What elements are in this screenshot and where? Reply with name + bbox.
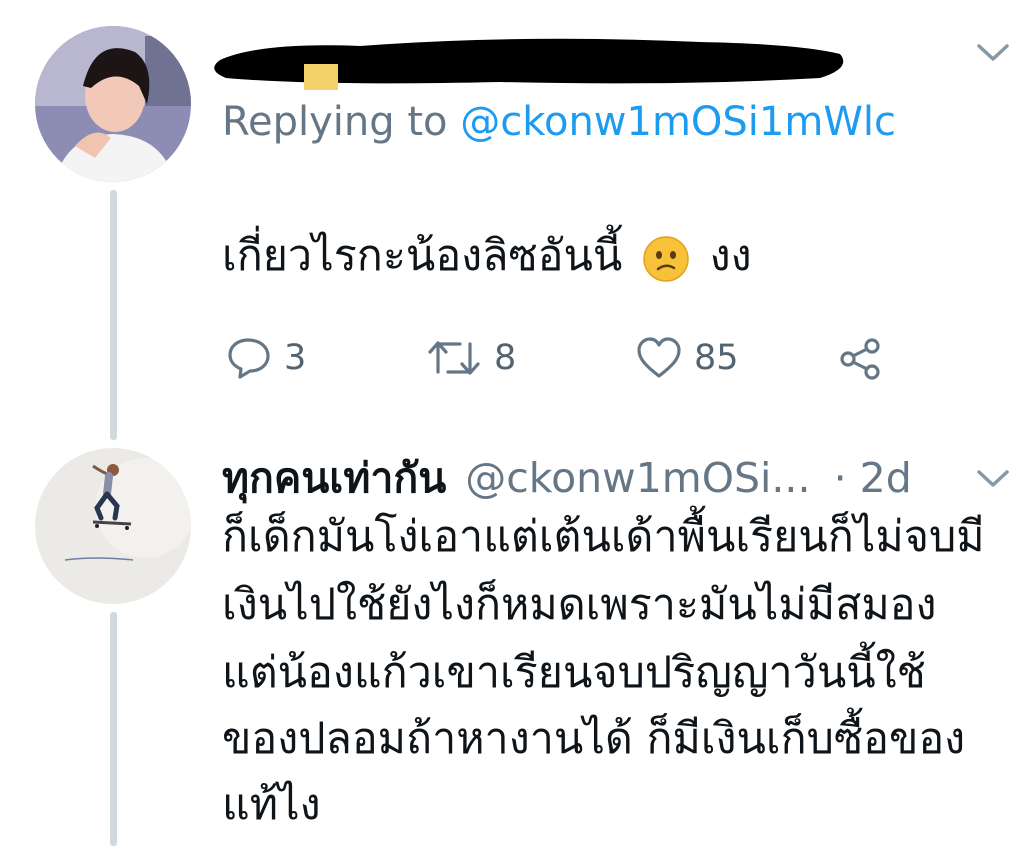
thread-line-top xyxy=(110,190,117,440)
tweet-header: ทุกคนเท่ากัน @ckonw1mOSi... · 2d xyxy=(222,452,912,504)
tweet-text: เกี่ยวไรกะน้องลิซอันนี้ งง xyxy=(222,228,752,284)
tweet-body-line: แต่น้องแก้วเขาเรียนจบปริญญาวันนี้ใช้ xyxy=(222,648,926,698)
tweet-body-line: เงินไปใช้ยังไงก็หมดเพราะมันไม่มีสมอง xyxy=(222,580,937,630)
chevron-down-icon[interactable] xyxy=(975,468,1011,490)
tweet-text-main: เกี่ยวไรกะน้องลิซอันนี้ xyxy=(222,231,623,281)
reply-icon xyxy=(228,338,270,379)
tweet-body-line: ของปลอมถ้าหางานได้ ก็มีเงินเก็บซื้อของ xyxy=(222,714,966,764)
retweet-button[interactable]: 8 xyxy=(426,338,516,378)
timestamp[interactable]: · 2d xyxy=(834,454,912,502)
avatar[interactable] xyxy=(35,26,191,182)
replying-handle-link[interactable]: @ckonw1mOSi1mWlc xyxy=(460,99,896,145)
share-icon xyxy=(840,338,880,380)
handle[interactable]: @ckonw1mOSi... xyxy=(465,454,810,502)
tweet-body-line: แท้ไง xyxy=(222,780,321,830)
tweet-text-after: งง xyxy=(709,231,752,281)
retweet-count: 8 xyxy=(494,338,517,378)
display-name[interactable]: ทุกคนเท่ากัน xyxy=(222,454,446,502)
like-icon xyxy=(637,337,681,378)
replying-to: Replying to @ckonw1mOSi1mWlc xyxy=(222,96,896,148)
reply-count: 3 xyxy=(284,338,307,378)
like-button[interactable]: 85 xyxy=(636,336,739,380)
reply-button[interactable]: 3 xyxy=(226,336,306,380)
tweet-body-line: ก็เด็กมันโง่เอาแต่เต้นเด้าพื้นเรียนก็ไม่… xyxy=(222,512,985,562)
avatar[interactable] xyxy=(35,448,191,604)
redacted-username xyxy=(214,38,844,90)
chevron-down-icon[interactable] xyxy=(975,42,1011,64)
thread-line-bottom xyxy=(110,612,117,846)
confused-face-emoji xyxy=(642,235,690,283)
retweet-icon xyxy=(428,341,480,375)
share-button[interactable] xyxy=(838,336,884,382)
replying-prefix: Replying to xyxy=(222,99,448,145)
like-count: 85 xyxy=(694,338,739,378)
